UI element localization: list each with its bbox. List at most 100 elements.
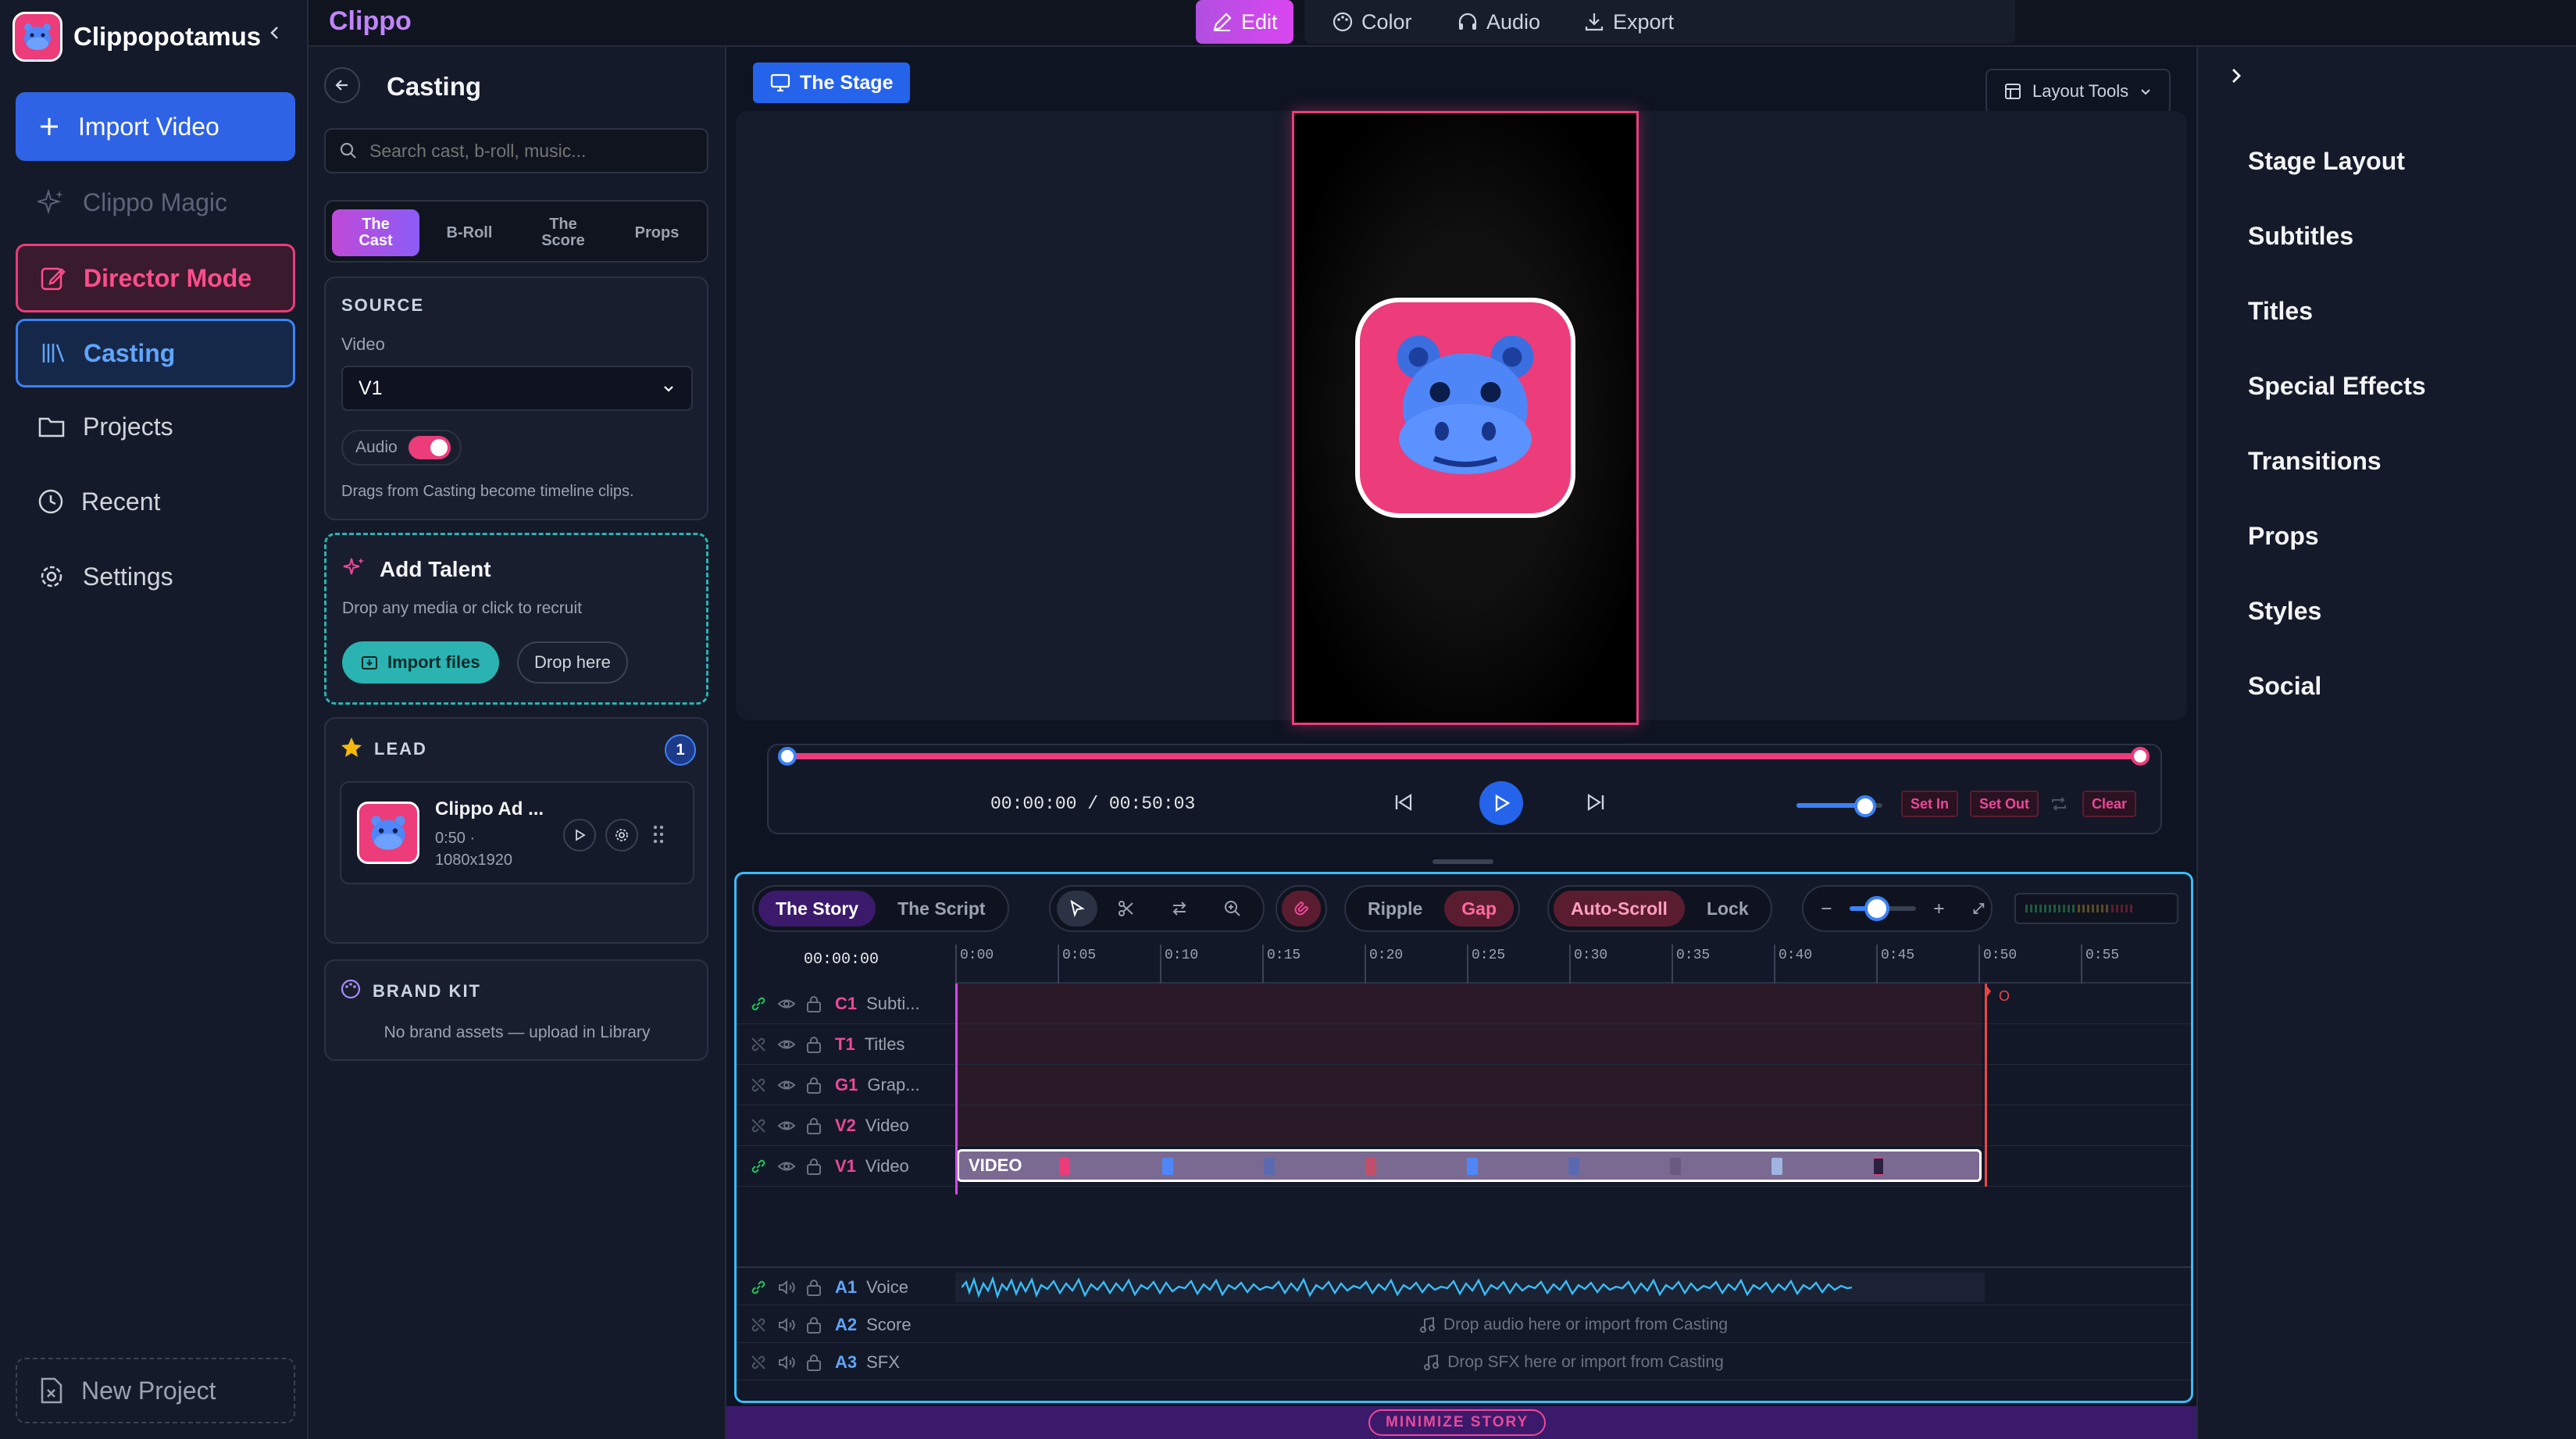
drop-here-button[interactable]: Drop here [517, 641, 628, 684]
mode-color-tab[interactable]: Color [1316, 0, 1428, 44]
set-out-button[interactable]: Set Out [1970, 791, 2039, 817]
the-script-tab[interactable]: The Script [880, 891, 1002, 927]
auto-scroll-button[interactable]: Auto-Scroll [1554, 891, 1685, 927]
search-input[interactable] [369, 140, 698, 162]
speaker-icon[interactable] [777, 1316, 796, 1334]
unlink-icon[interactable] [749, 1076, 768, 1094]
the-stage-tab[interactable]: The Stage [753, 62, 911, 103]
vertical-video-frame[interactable] [1292, 111, 1639, 725]
new-project-button[interactable]: New Project [16, 1358, 295, 1423]
loop-icon[interactable] [2050, 795, 2068, 812]
tab-the-score[interactable]: The Score [519, 209, 607, 256]
tab-b-roll[interactable]: B-Roll [426, 209, 513, 256]
add-talent-dropzone[interactable]: Add Talent Drop any media or click to re… [324, 533, 708, 705]
unlink-icon[interactable] [749, 1116, 768, 1135]
track-lane[interactable]: VIDEO [955, 1146, 2191, 1187]
resize-handle[interactable] [1432, 859, 1493, 864]
track-lane[interactable] [955, 1024, 2191, 1065]
track-lane[interactable] [955, 1065, 2191, 1105]
clear-button[interactable]: Clear [2082, 791, 2137, 817]
tab-props[interactable]: Props [613, 209, 701, 256]
lock-icon[interactable] [805, 994, 822, 1013]
lock-icon[interactable] [805, 1076, 822, 1094]
import-files-button[interactable]: Import files [342, 641, 499, 684]
unlink-icon[interactable] [749, 1316, 768, 1334]
track-lane[interactable] [955, 1269, 2191, 1305]
eye-icon[interactable] [777, 1157, 796, 1176]
mode-export-tab[interactable]: Export [1568, 0, 1689, 44]
gap-button[interactable]: Gap [1444, 891, 1515, 927]
clippo-magic-button[interactable]: Clippo Magic [16, 168, 295, 237]
lock-button[interactable]: Lock [1689, 891, 1766, 927]
stage-layout-item[interactable]: Stage Layout [2248, 147, 2405, 176]
styles-item[interactable]: Styles [2248, 597, 2321, 626]
video-source-select[interactable]: V1 [341, 366, 693, 411]
clip-play-button[interactable] [563, 819, 596, 852]
end-marker-flag-icon[interactable] [1977, 984, 1993, 999]
lead-clip-item[interactable]: Clippo Ad ... 0:50 · 1080x1920 [340, 781, 694, 884]
recent-button[interactable]: Recent [16, 467, 295, 536]
speaker-icon[interactable] [777, 1353, 796, 1372]
unlink-icon[interactable] [749, 1353, 768, 1372]
import-video-button[interactable]: Import Video [16, 92, 295, 161]
back-button[interactable] [324, 67, 360, 103]
drag-handle-icon[interactable] [652, 823, 665, 845]
video-clip[interactable]: VIDEO [957, 1149, 1982, 1182]
minimize-story-button[interactable]: MINIMIZE STORY [1368, 1409, 1547, 1436]
special-effects-item[interactable]: Special Effects [2248, 372, 2426, 401]
scrub-start-handle[interactable] [778, 747, 797, 766]
scrub-bar[interactable] [787, 753, 2145, 759]
ripple-button[interactable]: Ripple [1350, 891, 1440, 927]
play-button[interactable] [1479, 781, 1523, 825]
projects-button[interactable]: Projects [16, 392, 295, 461]
lock-icon[interactable] [805, 1316, 822, 1334]
speaker-icon[interactable] [777, 1278, 796, 1297]
eye-icon[interactable] [777, 1116, 796, 1135]
track-lane[interactable] [955, 1105, 2191, 1146]
link-icon[interactable] [749, 1157, 768, 1176]
playhead[interactable] [955, 984, 958, 1194]
slip-tool[interactable] [1155, 891, 1204, 927]
link-icon[interactable] [749, 1278, 768, 1297]
mode-audio-tab[interactable]: Audio [1441, 0, 1556, 44]
magnet-button[interactable] [1282, 891, 1321, 927]
clip-settings-button[interactable] [605, 819, 638, 852]
snap-toggle[interactable] [1276, 885, 1327, 932]
tab-the-cast[interactable]: The Cast [332, 209, 419, 256]
scrub-end-handle[interactable] [2131, 747, 2150, 766]
lock-icon[interactable] [805, 1278, 822, 1297]
layout-tools-dropdown[interactable]: Layout Tools [1986, 69, 2171, 114]
chevron-right-icon[interactable] [2226, 66, 2246, 86]
select-tool[interactable] [1057, 891, 1097, 927]
lock-icon[interactable] [805, 1035, 822, 1054]
skip-back-icon[interactable] [1392, 791, 1415, 814]
set-in-button[interactable]: Set In [1901, 791, 1959, 817]
eye-icon[interactable] [777, 994, 796, 1013]
subtitles-item[interactable]: Subtitles [2248, 222, 2353, 251]
unlink-icon[interactable] [749, 1035, 768, 1054]
skip-forward-icon[interactable] [1584, 791, 1607, 814]
casting-button[interactable]: Casting [16, 319, 295, 387]
casting-search[interactable] [324, 128, 708, 173]
zoom-out-icon[interactable] [1819, 900, 1834, 917]
voice-audio-clip[interactable] [955, 1273, 1985, 1302]
director-mode-button[interactable]: Director Mode [16, 244, 295, 312]
brand[interactable]: Clippopotamus [12, 9, 261, 64]
audio-toggle[interactable] [408, 436, 451, 459]
eye-icon[interactable] [777, 1035, 796, 1054]
razor-tool[interactable] [1102, 891, 1151, 927]
social-item[interactable]: Social [2248, 672, 2321, 701]
track-lane[interactable]: Drop SFX here or import from Casting [955, 1344, 2191, 1380]
mode-edit-tab[interactable]: Edit [1196, 0, 1293, 44]
eye-icon[interactable] [777, 1076, 796, 1094]
the-story-tab[interactable]: The Story [758, 891, 876, 927]
expand-icon[interactable] [1971, 900, 1986, 917]
props-item[interactable]: Props [2248, 522, 2319, 551]
lock-icon[interactable] [805, 1157, 822, 1176]
volume-knob[interactable] [1854, 795, 1876, 817]
lock-icon[interactable] [805, 1353, 822, 1372]
audio-toggle-row[interactable]: Audio [341, 430, 462, 466]
time-ruler[interactable]: 0:00 0:05 0:10 0:15 0:20 0:25 0:30 0:35 … [955, 944, 2191, 984]
track-lane[interactable]: Drop audio here or import from Casting [955, 1307, 2191, 1343]
zoom-tool[interactable] [1208, 891, 1257, 927]
